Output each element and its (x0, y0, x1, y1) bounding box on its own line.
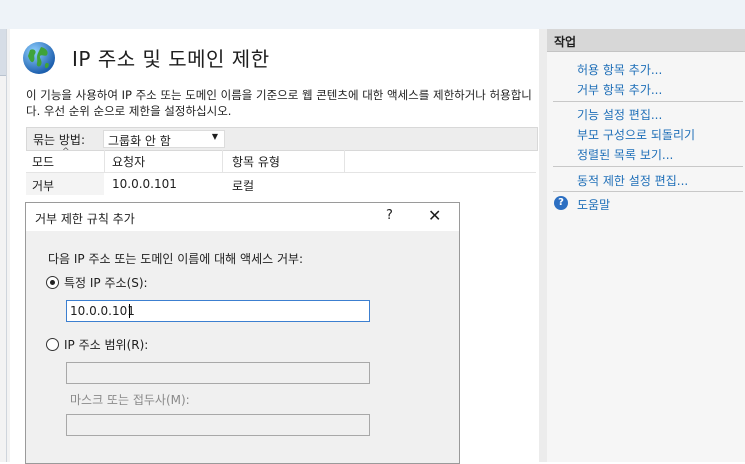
pane-splitter[interactable] (539, 29, 547, 462)
add-deny-rule-dialog: 거부 제한 규칙 추가 ? ✕ 다음 IP 주소 또는 도메인 이름에 대해 액… (25, 202, 460, 464)
radio-selected-dot (50, 280, 55, 285)
column-divider[interactable] (222, 150, 223, 172)
column-header-mode[interactable]: 모드 (32, 153, 54, 170)
actions-pane: 작업 허용 항목 추가... 거부 항목 추가... 기능 설정 편집... 부… (547, 29, 745, 462)
column-divider[interactable] (344, 150, 345, 172)
revert-to-parent-link[interactable]: 부모 구성으로 되돌리기 (577, 126, 695, 143)
table-header: 모드 ^ 요청자 항목 유형 (26, 147, 536, 173)
globe-icon (23, 42, 55, 74)
page-description: 이 기능을 사용하여 IP 주소 또는 도메인 이름을 기준으로 웹 콘텐츠에 … (26, 88, 532, 118)
mask-input[interactable] (66, 414, 370, 436)
help-button[interactable]: ? (386, 208, 393, 223)
actions-header[interactable]: 작업 (547, 29, 745, 52)
page-title: IP 주소 및 도메인 제한 (72, 47, 270, 71)
group-by-bar: 묶는 방법: 그룹화 안 함 ▼ (26, 127, 538, 151)
dialog-title: 거부 제한 규칙 추가 (35, 212, 135, 226)
help-icon: ? (554, 196, 568, 210)
sort-up-icon: ^ (62, 147, 70, 157)
actions-separator (553, 191, 743, 192)
cell-mode: 거부 (32, 179, 55, 193)
actions-separator (553, 101, 743, 102)
dialog-titlebar[interactable]: 거부 제한 규칙 추가 ? ✕ (26, 203, 459, 231)
dialog-prompt: 다음 IP 주소 또는 도메인 이름에 대해 액세스 거부: (48, 252, 304, 266)
help-link[interactable]: 도움말 (577, 196, 610, 213)
view-ordered-list-link[interactable]: 정렬된 목록 보기... (577, 146, 673, 163)
cell-entry-type: 로컬 (232, 179, 255, 193)
group-by-select[interactable]: 그룹화 안 함 ▼ (103, 130, 225, 148)
ip-range-input[interactable] (66, 362, 370, 384)
close-button[interactable]: ✕ (428, 206, 441, 225)
group-by-label: 묶는 방법: (33, 133, 86, 147)
cell-requester: 10.0.0.101 (112, 177, 177, 191)
top-toolbar-strip (0, 0, 745, 30)
left-pane-strip (0, 29, 10, 462)
add-allow-entry-link[interactable]: 허용 항목 추가... (577, 61, 662, 78)
group-by-value: 그룹화 안 함 (108, 134, 171, 148)
actions-header-label: 작업 (554, 35, 577, 49)
edit-dynamic-restriction-link[interactable]: 동적 제한 설정 편집... (577, 172, 688, 189)
actions-separator (553, 166, 743, 167)
specific-ip-value: 10.0.0.101 (70, 304, 135, 318)
chevron-down-icon: ▼ (211, 132, 218, 141)
ip-range-radio[interactable] (46, 338, 59, 351)
table-row[interactable]: 거부 10.0.0.101 로컬 (26, 173, 346, 195)
column-divider[interactable] (104, 150, 105, 172)
mask-label: 마스크 또는 접두사(M): (70, 393, 190, 407)
ip-range-label[interactable]: IP 주소 범위(R): (64, 336, 148, 353)
text-caret (129, 304, 130, 318)
specific-ip-label[interactable]: 특정 IP 주소(S): (64, 274, 148, 291)
left-pane-divider (6, 29, 7, 462)
column-header-requester[interactable]: 요청자 (112, 153, 145, 170)
specific-ip-input[interactable]: 10.0.0.101 (66, 300, 370, 322)
edit-feature-settings-link[interactable]: 기능 설정 편집... (577, 106, 662, 123)
add-deny-entry-link[interactable]: 거부 항목 추가... (577, 81, 662, 98)
column-header-entry-type[interactable]: 항목 유형 (232, 153, 280, 170)
specific-ip-radio[interactable] (46, 276, 59, 289)
